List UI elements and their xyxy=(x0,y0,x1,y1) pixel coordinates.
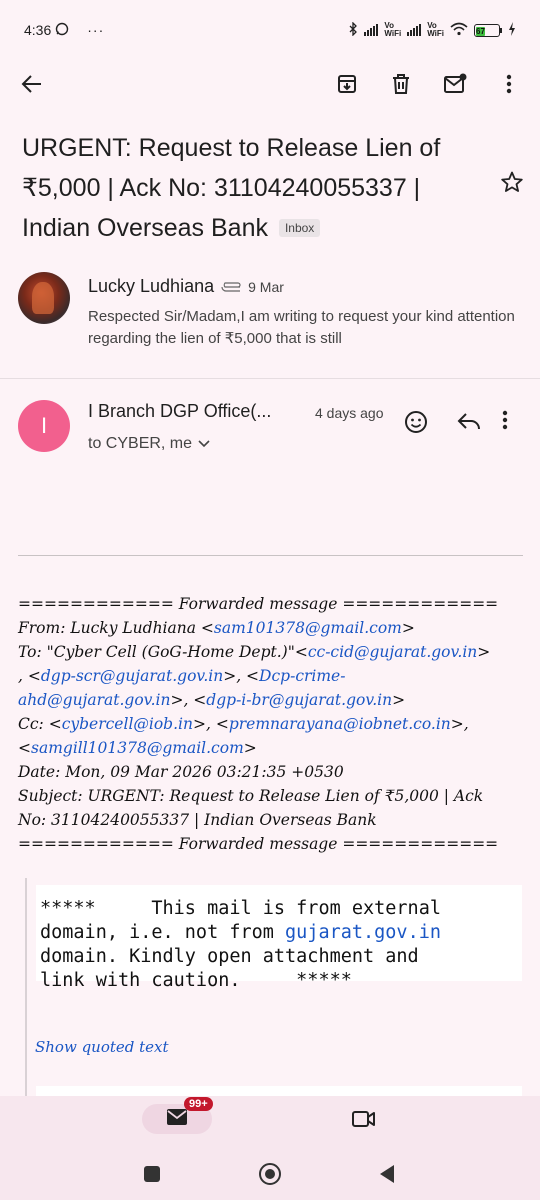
mark-unread-icon[interactable] xyxy=(442,71,468,97)
from-label: From: Lucky Ludhiana < xyxy=(18,619,214,637)
sender-name: Lucky Ludhiana xyxy=(88,276,215,296)
separator: > xyxy=(392,691,406,709)
quote-rule xyxy=(25,878,27,1096)
forward-footer: ============ Forwarded message =========… xyxy=(18,835,499,853)
sender-name[interactable]: I Branch DGP Office(... xyxy=(88,401,308,422)
expanded-message-header: I I Branch DGP Office(... 4 days ago to … xyxy=(18,395,528,465)
to-close: > xyxy=(477,643,491,661)
wifi-icon xyxy=(450,22,468,39)
quoted-content-edge xyxy=(36,1086,522,1096)
to-label: To: "Cyber Cell (GoG-Home Dept.)"< xyxy=(18,643,308,661)
email-link[interactable]: dgp-scr@gujarat.gov.in xyxy=(41,667,223,685)
home-icon[interactable] xyxy=(259,1163,281,1185)
arrow-back-icon[interactable] xyxy=(18,70,46,98)
separator: >, < xyxy=(223,667,260,685)
forward-cc: Cc: <cybercell@iob.in>, <premnarayana@io… xyxy=(18,712,528,736)
forward-from: From: Lucky Ludhiana <sam101378@gmail.co… xyxy=(18,616,528,640)
separator: >, < xyxy=(170,691,207,709)
recipients-text: to CYBER, me xyxy=(88,435,193,452)
email-subject: URGENT: Request to Release Lien of ₹5,00… xyxy=(22,128,492,248)
email-link[interactable]: cybercell@iob.in xyxy=(62,715,193,733)
attachment-clip-icon xyxy=(220,276,242,297)
message-header: Lucky Ludhiana 9 Mar xyxy=(88,276,284,297)
divider xyxy=(0,378,540,379)
collapsed-message[interactable]: Lucky Ludhiana 9 Mar Respected Sir/Madam… xyxy=(18,270,528,370)
forwarded-message-block: ============ Forwarded message =========… xyxy=(18,592,528,856)
recipients-toggle[interactable]: to CYBER, me xyxy=(88,435,210,453)
email-link[interactable]: premnarayana@iobnet.co.in xyxy=(229,715,451,733)
more-vert-icon[interactable] xyxy=(502,409,508,436)
recents-icon[interactable] xyxy=(144,1166,160,1182)
star-outline-icon[interactable] xyxy=(500,170,524,199)
divider xyxy=(18,555,523,556)
subject-text: URGENT: Request to Release Lien of ₹5,00… xyxy=(22,134,441,242)
forward-date: Date: Mon, 09 Mar 2026 03:21:35 +0530 xyxy=(18,763,344,781)
notice-line-4: link with caution. ***** xyxy=(40,970,352,991)
domain-link[interactable]: gujarat.gov.in xyxy=(285,922,441,943)
forward-to-cont: , <dgp-scr@gujarat.gov.in>, <Dcp-crime- xyxy=(18,664,528,688)
cc-label: Cc: < xyxy=(18,715,62,733)
from-close: > xyxy=(401,619,415,637)
video-camera-icon[interactable] xyxy=(352,1110,376,1133)
message-date: 4 days ago xyxy=(315,405,384,421)
forward-to: To: "Cyber Cell (GoG-Home Dept.)"<cc-cid… xyxy=(18,640,528,664)
archive-icon[interactable] xyxy=(334,71,360,97)
signal-icon-1 xyxy=(364,24,379,36)
system-navigation-bar xyxy=(0,1146,540,1200)
external-domain-notice: ***** This mail is from external domain,… xyxy=(36,885,522,991)
email-link[interactable]: ahd@gujarat.gov.in xyxy=(18,691,170,709)
forward-subject-cont: No: 31104240055337 | Indian Overseas Ban… xyxy=(18,811,377,829)
toolbar-actions xyxy=(334,71,522,97)
bluetooth-icon xyxy=(348,20,358,39)
more-notifications-icon: ··· xyxy=(87,22,105,38)
separator: >, xyxy=(450,715,469,733)
separator: , < xyxy=(18,667,41,685)
forward-cc-cont: <samgill101378@gmail.com> xyxy=(18,736,528,760)
message-date: 9 Mar xyxy=(248,278,284,295)
email-link[interactable]: cc-cid@gujarat.gov.in xyxy=(308,643,477,661)
separator: >, < xyxy=(192,715,229,733)
whatsapp-icon xyxy=(55,22,69,39)
forward-subject: Subject: URGENT: Request to Release Lien… xyxy=(18,787,484,805)
back-nav-icon[interactable] xyxy=(380,1165,394,1183)
vowifi-icon-1: Vo WiFi xyxy=(384,21,402,38)
status-time: 4:36 xyxy=(24,22,52,38)
mail-icon xyxy=(166,1108,188,1131)
reply-icon[interactable] xyxy=(456,409,482,438)
toolbar xyxy=(0,60,540,108)
forward-to-cont: ahd@gujarat.gov.in>, <dgp-i-br@gujarat.g… xyxy=(18,688,528,712)
vowifi-icon-2: Vo WiFi xyxy=(427,21,444,38)
email-link[interactable]: sam101378@gmail.com xyxy=(214,619,402,637)
bottom-navigation: 99+ xyxy=(0,1096,540,1146)
trash-icon[interactable] xyxy=(388,71,414,97)
avatar[interactable] xyxy=(18,272,70,324)
email-link[interactable]: dgp-i-br@gujarat.gov.in xyxy=(206,691,392,709)
email-link[interactable]: samgill101378@gmail.com xyxy=(31,739,244,757)
status-time-group: 4:36 xyxy=(24,22,69,39)
notice-line-1: ***** This mail is from external xyxy=(40,898,441,919)
signal-icon-2 xyxy=(407,24,422,36)
show-quoted-text-link[interactable]: Show quoted text xyxy=(35,1038,169,1056)
inbox-label-badge[interactable]: Inbox xyxy=(278,219,321,237)
battery-level: 67 xyxy=(476,26,485,36)
separator: < xyxy=(18,739,31,757)
chevron-down-icon xyxy=(198,435,210,453)
charging-icon xyxy=(508,21,516,39)
separator: > xyxy=(243,739,257,757)
unread-count-badge: 99+ xyxy=(184,1097,213,1111)
notice-line-3: domain. Kindly open attachment and xyxy=(40,946,419,967)
notice-line-2-pre: domain, i.e. not from xyxy=(40,922,286,943)
emoji-reaction-icon[interactable] xyxy=(403,409,429,440)
more-vert-icon[interactable] xyxy=(496,71,522,97)
email-link[interactable]: Dcp-crime- xyxy=(259,667,345,685)
message-snippet: Respected Sir/Madam,I am writing to requ… xyxy=(88,308,515,347)
forward-header: ============ Forwarded message =========… xyxy=(18,595,499,613)
status-right: Vo WiFi Vo WiFi 67 xyxy=(348,20,516,39)
avatar[interactable]: I xyxy=(18,400,70,452)
battery-icon: 67 xyxy=(474,23,502,37)
mail-tab[interactable]: 99+ xyxy=(142,1097,213,1134)
status-bar: 4:36 ··· Vo WiFi Vo WiFi 67 xyxy=(0,0,540,60)
